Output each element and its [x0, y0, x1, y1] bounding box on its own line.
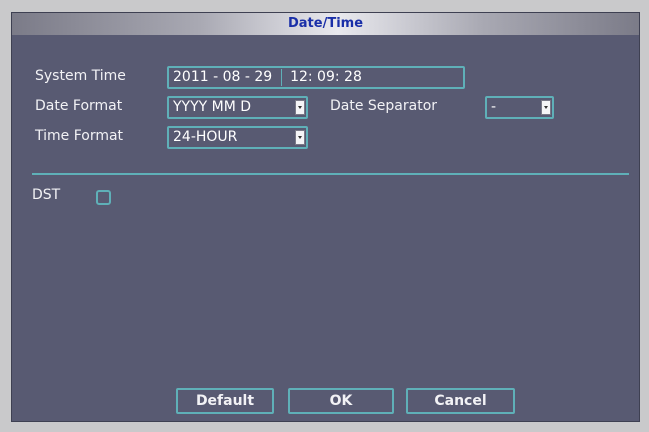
chevron-down-icon[interactable] [295, 130, 305, 145]
date-format-label: Date Format [35, 98, 123, 114]
date-format-select[interactable]: YYYY MM D [167, 96, 308, 119]
dialog-title: Date/Time [12, 13, 639, 35]
date-separator-value: - [491, 99, 497, 115]
chevron-down-icon[interactable] [541, 100, 551, 115]
cancel-button[interactable]: Cancel [406, 388, 515, 414]
date-time-divider [280, 68, 282, 86]
system-time-field[interactable]: 2011 - 08 - 29 12: 09: 28 [167, 66, 465, 89]
time-format-value: 24-HOUR [173, 129, 238, 145]
date-format-value: YYYY MM D [173, 99, 252, 115]
system-time-date[interactable]: 2011 - 08 - 29 [173, 69, 272, 85]
section-divider [32, 173, 629, 175]
date-separator-label: Date Separator [330, 98, 438, 114]
system-time-time[interactable]: 12: 09: 28 [290, 69, 362, 85]
time-format-select[interactable]: 24-HOUR [167, 126, 308, 149]
time-format-label: Time Format [35, 128, 124, 144]
date-time-dialog: Date/Time System Time 2011 - 08 - 29 12:… [11, 12, 640, 422]
ok-button[interactable]: OK [288, 388, 394, 414]
default-button[interactable]: Default [176, 388, 274, 414]
chevron-down-icon[interactable] [295, 100, 305, 115]
dst-checkbox[interactable] [96, 190, 111, 205]
dst-label: DST [32, 187, 61, 203]
date-separator-select[interactable]: - [485, 96, 554, 119]
system-time-label: System Time [35, 68, 126, 84]
